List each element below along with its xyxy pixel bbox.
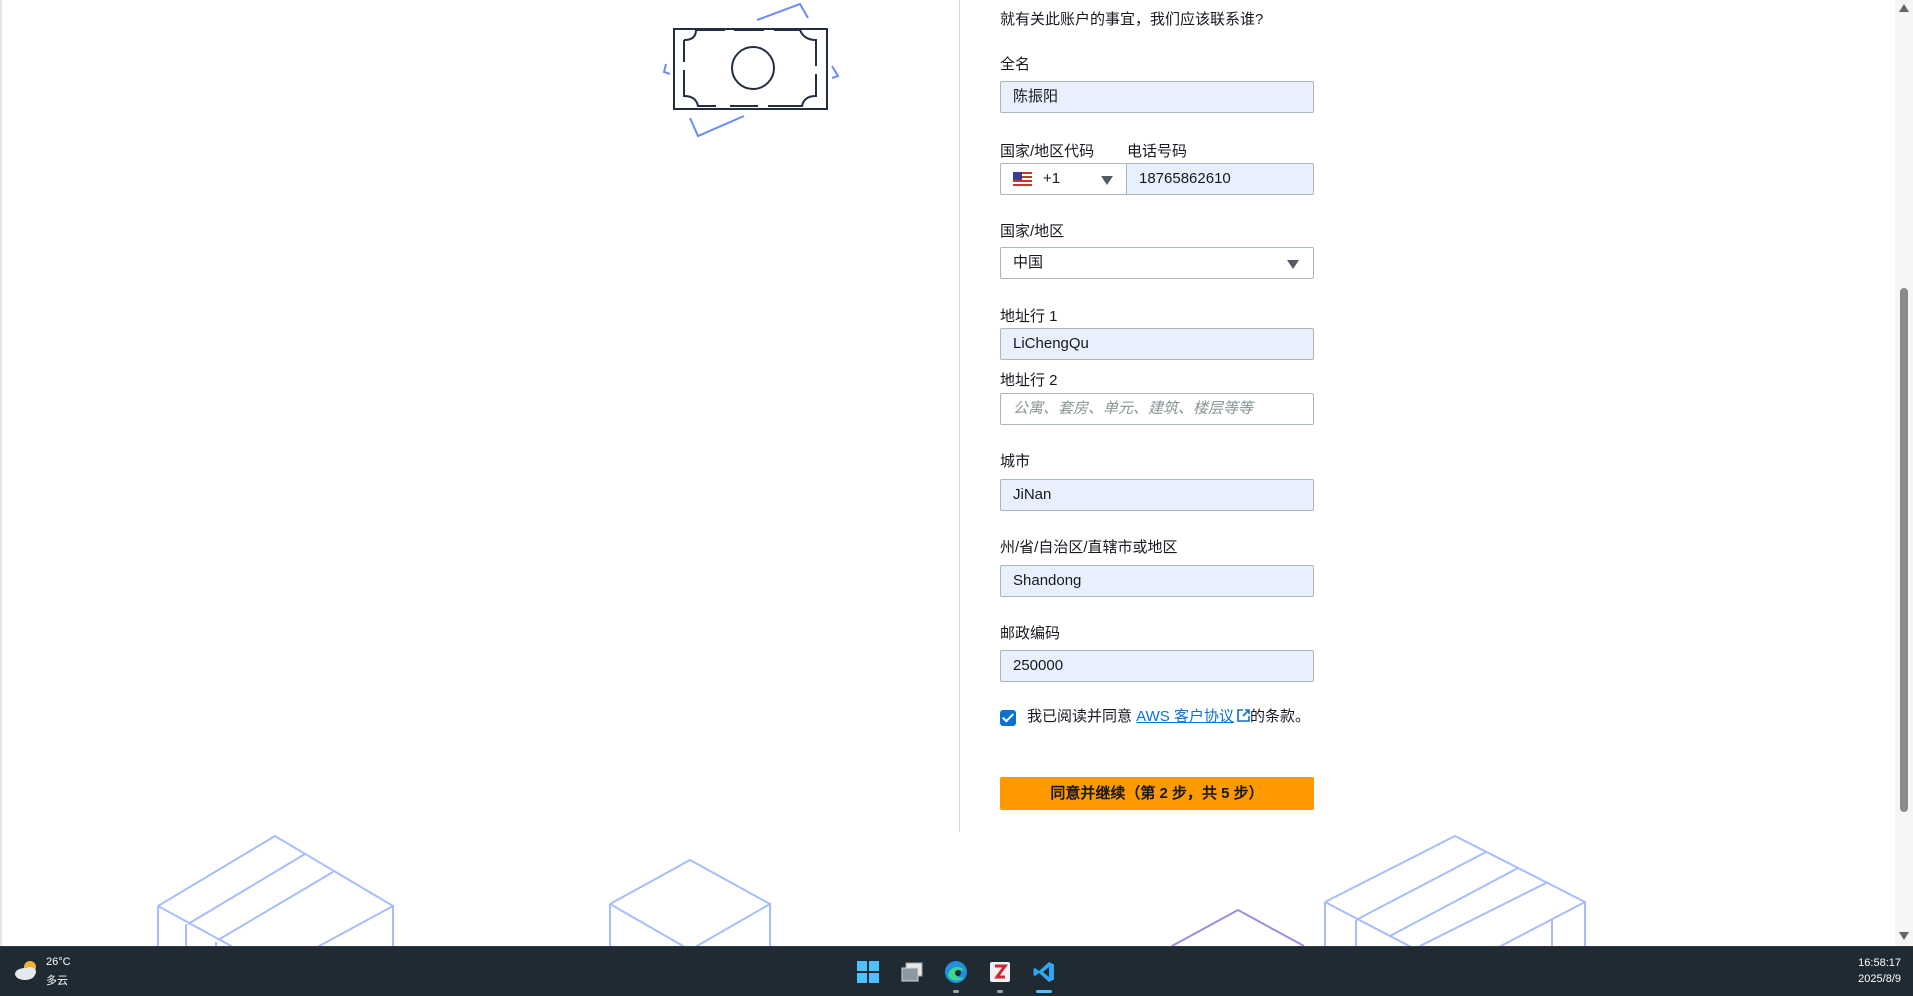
- state-input[interactable]: Shandong: [1000, 565, 1314, 597]
- form-heading: 就有关此账户的事宜，我们应该联系谁?: [1000, 11, 1264, 28]
- vscode-active-indicator: [1036, 990, 1052, 993]
- agree-continue-button[interactable]: 同意并继续（第 2 步，共 5 步）: [1000, 777, 1314, 810]
- weather-description: 多云: [46, 975, 68, 987]
- chevron-down-icon: [1101, 176, 1113, 185]
- cloudy-weather-icon[interactable]: [14, 959, 40, 981]
- vertical-divider: [959, 0, 960, 832]
- postal-input[interactable]: 250000: [1000, 650, 1314, 682]
- city-label: 城市: [1000, 453, 1031, 470]
- task-view-icon[interactable]: [900, 960, 924, 984]
- decorative-boxes-illustration: [157, 834, 1586, 946]
- country-code-value: +1: [1043, 170, 1061, 187]
- phone-label: 电话号码: [1127, 143, 1188, 160]
- agree-checkbox[interactable]: [1000, 710, 1016, 726]
- full-name-label: 全名: [1000, 56, 1031, 73]
- phone-group: +1 18765862610: [1000, 163, 1314, 195]
- zotero-running-indicator: [997, 990, 1003, 993]
- agreement-suffix: 的条款。: [1249, 708, 1310, 725]
- vertical-scrollbar[interactable]: [1895, 0, 1913, 946]
- country-label: 国家/地区: [1000, 223, 1065, 240]
- us-flag-icon: [1013, 172, 1032, 186]
- agreement-text: 我已阅读并同意 AWS 客户协议 的条款。: [1027, 705, 1327, 729]
- taskbar: 26°C 多云 16:58:17 2025/8/9: [0, 946, 1913, 996]
- country-code-select[interactable]: +1: [1000, 163, 1126, 195]
- phone-input[interactable]: 18765862610: [1126, 163, 1314, 195]
- edge-browser-icon[interactable]: [944, 960, 968, 984]
- external-link-icon: [1237, 709, 1250, 722]
- customer-agreement-link-text: AWS 客户协议: [1136, 708, 1234, 725]
- clock-date[interactable]: 2025/8/9: [1858, 973, 1901, 985]
- customer-agreement-link[interactable]: AWS 客户协议: [1136, 708, 1250, 725]
- start-icon[interactable]: [856, 960, 880, 984]
- money-illustration: [662, 2, 840, 138]
- edge-running-indicator: [953, 990, 959, 993]
- scroll-down-icon[interactable]: [1899, 932, 1909, 940]
- full-name-input[interactable]: 陈振阳: [1000, 81, 1314, 113]
- postal-label: 邮政编码: [1000, 625, 1061, 642]
- window-edge: [0, 0, 2, 946]
- page-content: 就有关此账户的事宜，我们应该联系谁? 全名 陈振阳 国家/地区代码 电话号码 +…: [0, 0, 1913, 946]
- address2-input[interactable]: 公寓、套房、单元、建筑、楼层等等: [1000, 393, 1314, 425]
- scroll-up-icon[interactable]: [1899, 4, 1909, 12]
- scrollbar-thumb[interactable]: [1900, 288, 1908, 812]
- address1-label: 地址行 1: [1000, 308, 1058, 325]
- state-label: 州/省/自治区/直辖市或地区: [1000, 539, 1178, 556]
- agreement-prefix: 我已阅读并同意: [1027, 708, 1137, 725]
- chevron-down-icon: [1287, 260, 1299, 269]
- address2-label: 地址行 2: [1000, 372, 1058, 389]
- country-code-label: 国家/地区代码: [1000, 143, 1095, 160]
- vscode-icon[interactable]: [1032, 960, 1056, 984]
- zotero-icon[interactable]: [988, 960, 1012, 984]
- clock-time[interactable]: 16:58:17: [1858, 957, 1901, 969]
- country-select[interactable]: 中国: [1000, 247, 1314, 279]
- weather-temperature: 26°C: [46, 956, 71, 968]
- country-select-value: 中国: [1013, 254, 1044, 271]
- address1-input[interactable]: LiChengQu: [1000, 328, 1314, 360]
- city-input[interactable]: JiNan: [1000, 479, 1314, 511]
